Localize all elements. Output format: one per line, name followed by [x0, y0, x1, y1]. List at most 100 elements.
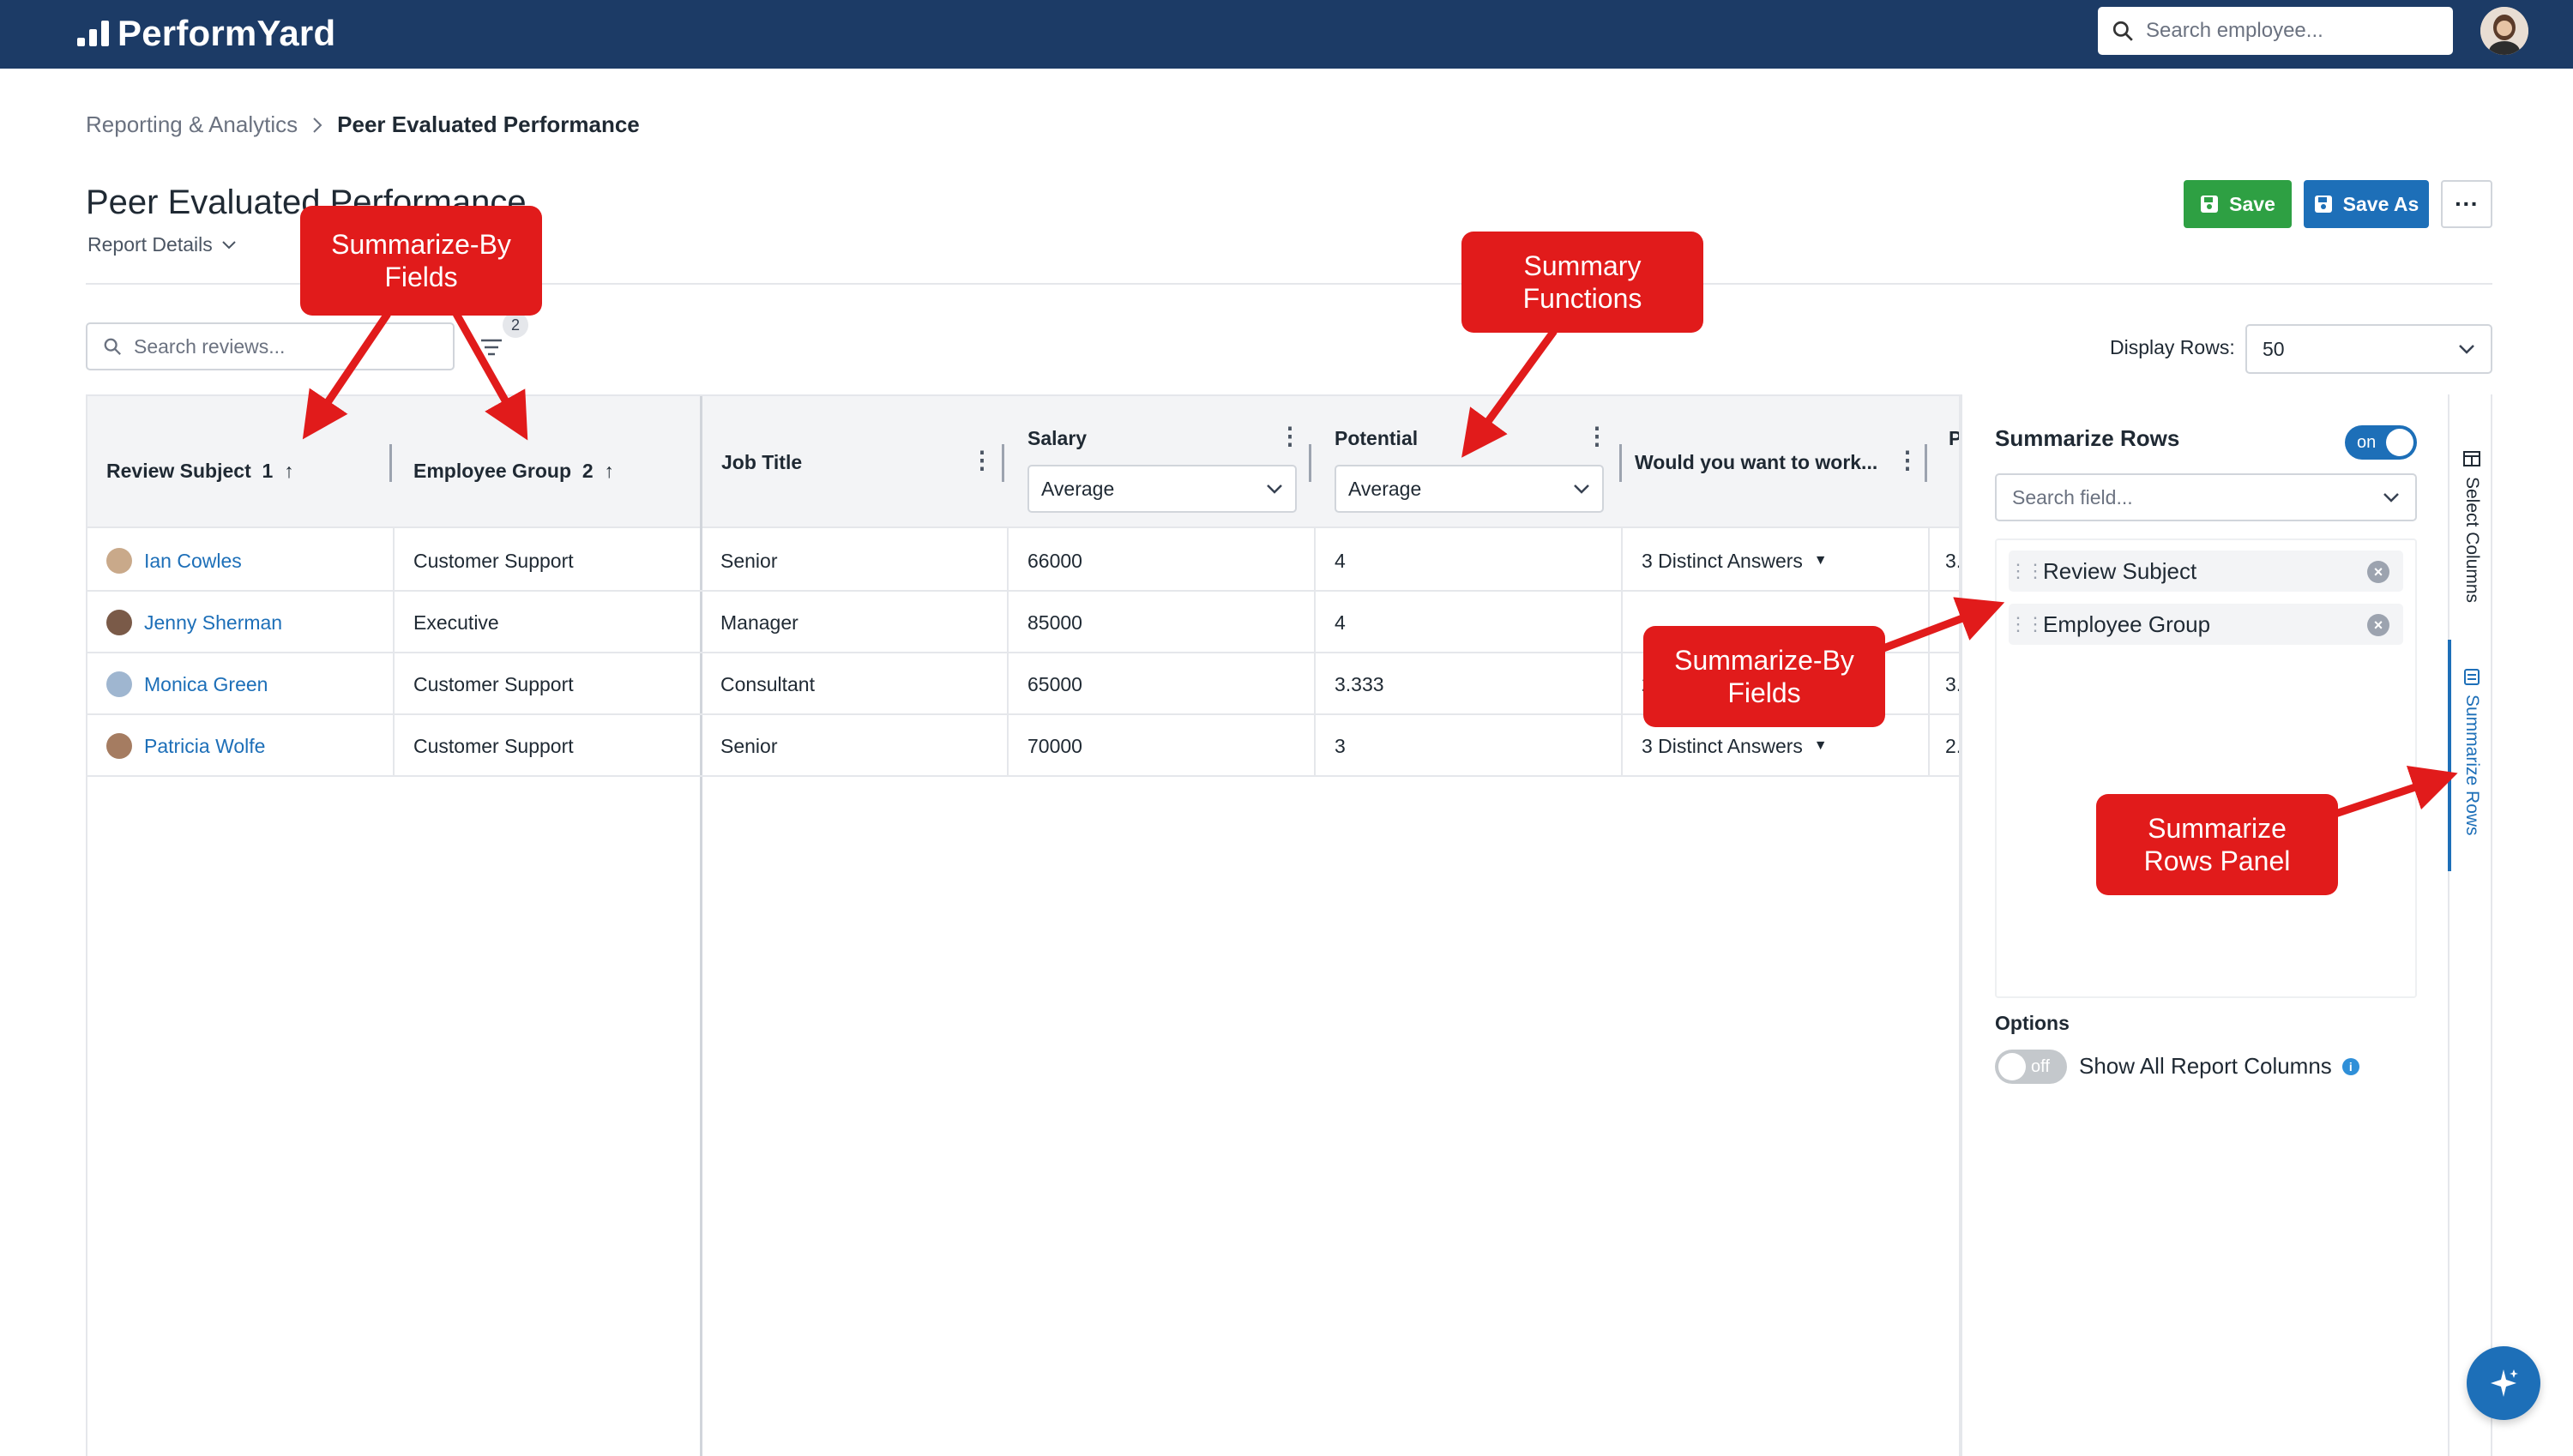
employee-search-input[interactable] [2146, 19, 2429, 43]
summarize-field-chip[interactable]: ⋮⋮ Employee Group × [2009, 604, 2403, 645]
column-resizer[interactable] [1619, 444, 1622, 482]
save-as-button[interactable]: Save As [2304, 180, 2429, 228]
toggle-knob [1998, 1053, 2026, 1080]
chevron-down-icon [1267, 484, 1282, 494]
ai-assistant-button[interactable] [2467, 1346, 2540, 1420]
job-title-cell: Senior [720, 549, 778, 572]
columns-icon [2463, 451, 2480, 466]
search-icon [2112, 21, 2133, 41]
potential-cell: 3 [1335, 734, 1346, 757]
column-header-employee-group[interactable]: Employee Group 2 ↑ [395, 396, 700, 528]
annotation-summarize-by-fields: Summarize-By Fields [300, 206, 542, 316]
would-cell[interactable]: 3 Distinct Answers ▼ [1623, 530, 1828, 592]
column-resizer[interactable] [389, 444, 392, 482]
chevron-down-icon [222, 240, 236, 249]
show-all-columns-toggle[interactable]: off [1995, 1050, 2067, 1084]
field-search-select[interactable]: Search field... [1995, 473, 2417, 521]
column-header-partial[interactable]: P [1930, 396, 1959, 528]
column-header-potential[interactable]: Potential ⋮ Average [1316, 396, 1621, 528]
show-all-columns-option: Show All Report Columns i [2079, 1053, 2359, 1080]
column-menu-icon[interactable]: ⋮ [1585, 422, 1609, 450]
table-row[interactable]: Ian Cowles Customer Support Senior 66000… [87, 530, 1961, 592]
column-label: Employee Group 2 ↑ [413, 460, 614, 482]
column-header-would-you-want[interactable]: Would you want to work... ⋮ [1624, 396, 1930, 528]
toggle-knob [2386, 429, 2413, 456]
logo-bars-icon [77, 21, 109, 46]
column-resizer[interactable] [1002, 444, 1004, 482]
review-search[interactable] [86, 322, 455, 370]
field-search-placeholder: Search field... [2012, 485, 2133, 508]
salary-cell: 66000 [1027, 549, 1082, 572]
report-details-label: Report Details [87, 233, 213, 256]
performyard-logo[interactable]: PerformYard [77, 12, 335, 55]
employee-search[interactable] [2098, 7, 2453, 55]
annotation-summary-functions: Summary Functions [1461, 232, 1703, 333]
chevron-right-icon [313, 117, 322, 133]
review-search-input[interactable] [134, 334, 425, 358]
summarize-field-chip[interactable]: ⋮⋮ Review Subject × [2009, 551, 2403, 592]
info-icon[interactable]: i [2341, 1057, 2359, 1075]
caret-down-icon: ▼ [1813, 553, 1828, 568]
review-subject-cell[interactable]: Ian Cowles [87, 530, 242, 592]
column-resizer[interactable] [1925, 444, 1927, 482]
column-header-salary[interactable]: Salary ⋮ Average [1009, 396, 1314, 528]
aggregate-value: Average [1041, 477, 1115, 500]
summarize-rows-panel: Summarize Rows on Search field... ⋮⋮ Rev… [1961, 394, 2448, 1456]
summarize-toggle[interactable]: on [2345, 425, 2417, 460]
chevron-down-icon [2383, 493, 2399, 502]
save-icon [2314, 196, 2332, 213]
report-details-toggle[interactable]: Report Details [87, 233, 237, 256]
potential-aggregate-select[interactable]: Average [1335, 465, 1604, 513]
annotation-summarize-rows-panel: Summarize Rows Panel [2096, 794, 2338, 895]
job-title-cell: Consultant [720, 672, 815, 695]
avatar [106, 610, 132, 635]
sort-asc-icon: ↑ [284, 460, 294, 482]
drag-handle-icon[interactable]: ⋮⋮ [2009, 613, 2045, 635]
panel-title: Summarize Rows [1995, 425, 2180, 451]
annotation-summarize-by-fields-panel: Summarize-By Fields [1643, 626, 1885, 727]
summarize-icon [2464, 669, 2480, 685]
employee-group-cell: Customer Support [413, 734, 574, 757]
display-rows-select[interactable]: 50 [2245, 324, 2492, 374]
chevron-down-icon [1574, 484, 1589, 494]
column-menu-icon[interactable]: ⋮ [1278, 422, 1302, 450]
column-menu-icon[interactable]: ⋮ [1895, 446, 1919, 474]
salary-aggregate-select[interactable]: Average [1027, 465, 1297, 513]
review-subject-cell[interactable]: Jenny Sherman [87, 592, 282, 653]
sparkle-icon [2491, 1369, 2518, 1397]
potential-cell: 4 [1335, 549, 1346, 572]
more-actions-button[interactable]: ··· [2441, 180, 2492, 228]
partial-cell: 3. [1945, 549, 1961, 572]
tab-label: Summarize Rows [2462, 695, 2482, 836]
field-label: Employee Group [2043, 611, 2211, 637]
remove-icon[interactable]: × [2367, 614, 2389, 636]
tab-label: Select Columns [2462, 477, 2482, 604]
display-rows-label: Display Rows: [2110, 336, 2235, 358]
table-header: Review Subject 1 ↑ Employee Group 2 ↑ Jo… [87, 396, 1959, 528]
column-menu-icon[interactable]: ⋮ [970, 446, 994, 474]
column-resizer[interactable] [1309, 444, 1311, 482]
save-button[interactable]: Save [2184, 180, 2292, 228]
drag-handle-icon[interactable]: ⋮⋮ [2009, 560, 2045, 582]
filter-count-badge: 2 [503, 312, 528, 338]
breadcrumb: Reporting & Analytics Peer Evaluated Per… [86, 111, 640, 138]
salary-cell: 85000 [1027, 611, 1082, 634]
review-subject-cell[interactable]: Monica Green [87, 653, 268, 715]
remove-icon[interactable]: × [2367, 561, 2389, 583]
column-label: Potential [1335, 427, 1419, 449]
sort-asc-icon: ↑ [604, 460, 614, 482]
breadcrumb-parent[interactable]: Reporting & Analytics [86, 111, 298, 138]
user-avatar[interactable] [2480, 7, 2528, 55]
tab-select-columns[interactable]: Select Columns [2449, 449, 2494, 603]
review-subject-cell[interactable]: Patricia Wolfe [87, 715, 265, 777]
column-label: Job Title [721, 451, 803, 473]
employee-group-cell: Customer Support [413, 672, 574, 695]
report-table: Review Subject 1 ↑ Employee Group 2 ↑ Jo… [86, 394, 1961, 1456]
breadcrumb-current: Peer Evaluated Performance [337, 111, 640, 137]
tab-summarize-rows[interactable]: Summarize Rows [2449, 667, 2494, 836]
employee-group-cell: Customer Support [413, 549, 574, 572]
column-header-review-subject[interactable]: Review Subject 1 ↑ [87, 396, 393, 528]
column-header-job-title[interactable]: Job Title ⋮ [702, 396, 1008, 528]
avatar [106, 671, 132, 697]
side-tabs: Select Columns Summarize Rows [2448, 394, 2492, 1456]
